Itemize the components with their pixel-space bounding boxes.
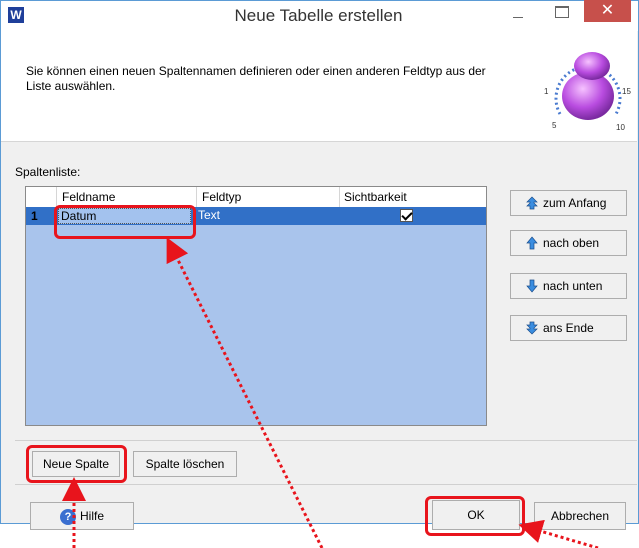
grid-col-separator: [196, 187, 197, 207]
divider: [15, 484, 637, 485]
close-button[interactable]: ✕: [584, 0, 631, 22]
column-header-feldname[interactable]: Feldname: [62, 190, 115, 204]
move-up-button[interactable]: nach oben: [510, 230, 627, 256]
dial-label-15: 15: [622, 87, 631, 96]
dial-label-1: 1: [544, 87, 549, 96]
cell-feldtyp[interactable]: Text: [198, 208, 220, 222]
help-label: Hilfe: [79, 509, 104, 523]
maximize-icon[interactable]: [555, 6, 569, 18]
arrow-to-ok: [518, 519, 599, 548]
grid-col-separator: [56, 187, 57, 207]
arrow-up-icon: [526, 236, 538, 250]
minimize-icon[interactable]: [508, 8, 526, 22]
move-down-label: nach unten: [543, 279, 603, 293]
row-number: 1: [31, 209, 38, 223]
visibility-checkbox[interactable]: [400, 209, 413, 222]
highlight-new-column-button: [26, 445, 127, 483]
dial-label-10: 10: [616, 123, 625, 132]
help-icon: ?: [59, 508, 76, 525]
delete-column-button[interactable]: Spalte löschen: [133, 451, 237, 477]
help-button[interactable]: ? Hilfe: [30, 502, 134, 530]
column-header-feldtyp[interactable]: Feldtyp: [202, 190, 241, 204]
arrow-down-icon: [526, 279, 538, 293]
columns-list-label: Spaltenliste:: [15, 165, 81, 179]
column-header-sichtbarkeit[interactable]: Sichtbarkeit: [344, 190, 407, 204]
double-arrow-up-icon: [526, 196, 538, 210]
dial-label-5: 5: [552, 121, 557, 130]
grid-col-separator: [339, 187, 340, 207]
move-to-top-label: zum Anfang: [543, 196, 607, 210]
move-to-top-button[interactable]: zum Anfang: [510, 190, 627, 216]
move-to-end-label: ans Ende: [543, 321, 594, 335]
highlight-feldname-cell: [54, 205, 196, 239]
window-title: Neue Tabelle erstellen: [234, 6, 403, 25]
knob-dial-icon: 1 5 10 15: [544, 52, 631, 132]
move-to-end-button[interactable]: ans Ende: [510, 315, 627, 341]
description-text: Sie können einen neuen Spaltennamen defi…: [26, 64, 486, 93]
highlight-ok-button: [425, 496, 525, 536]
cancel-button[interactable]: Abbrechen: [534, 502, 626, 530]
move-up-label: nach oben: [543, 236, 600, 250]
move-down-button[interactable]: nach unten: [510, 273, 627, 299]
divider: [15, 440, 637, 441]
double-arrow-down-icon: [526, 321, 538, 335]
